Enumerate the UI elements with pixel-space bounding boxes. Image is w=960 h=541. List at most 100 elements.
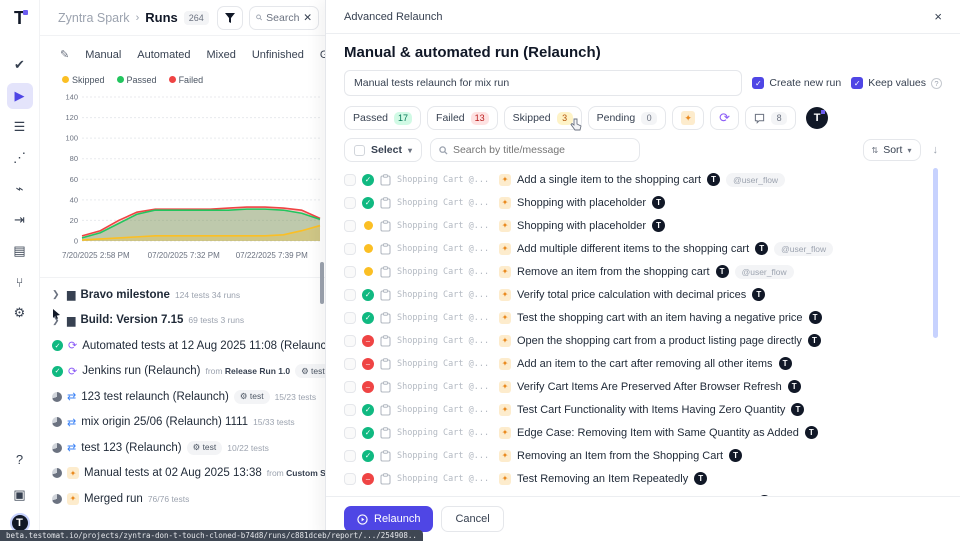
tab-manual[interactable]: Manual [85, 49, 121, 61]
projects-folder-icon[interactable]: ▣ [7, 482, 33, 508]
milestone-title[interactable]: Build: Version 7.15 [80, 314, 183, 326]
test-title[interactable]: Verify Cart Items Are Preserved After Br… [517, 381, 782, 393]
app-logo[interactable]: T [14, 8, 25, 29]
help-icon[interactable]: ? [931, 78, 942, 89]
test-row[interactable]: ✓Shopping Cart @...✦Edge Case: Removing … [344, 421, 942, 444]
steps-icon[interactable]: ⋰ [7, 145, 33, 171]
help-icon[interactable]: ? [7, 446, 33, 472]
test-title[interactable]: Shopping with placeholder [517, 197, 646, 209]
test-plans-icon[interactable]: ☰ [7, 114, 33, 140]
milestone-title[interactable]: Bravo milestone [80, 289, 169, 301]
run-name-input[interactable] [344, 70, 742, 96]
tab-mixed[interactable]: Mixed [207, 49, 236, 61]
test-title[interactable]: Add multiple different items to the shop… [517, 243, 749, 255]
test-row[interactable]: –Shopping Cart @...✦Test Removing an Ite… [344, 467, 942, 490]
legend-item-passed[interactable]: Passed [117, 75, 157, 85]
branches-icon[interactable]: ⑂ [7, 269, 33, 295]
left-panel-scrollbar[interactable] [320, 262, 324, 304]
test-checkbox[interactable] [344, 197, 356, 209]
tasks-check-icon[interactable]: ✔ [7, 52, 33, 78]
test-checkbox[interactable] [344, 427, 356, 439]
settings-gear-icon[interactable]: ⚙ [7, 300, 33, 326]
test-row[interactable]: –Shopping Cart @...✦Open the shopping ca… [344, 329, 942, 352]
filter-button[interactable] [217, 6, 243, 30]
test-checkbox[interactable] [344, 496, 356, 497]
test-title[interactable]: Shopping with placeholder [517, 220, 646, 232]
test-title[interactable]: Add a single item to the shopping cart [517, 174, 701, 186]
chip-passed[interactable]: Passed17 [344, 106, 421, 130]
compose-icon[interactable]: ✎ [60, 48, 69, 61]
test-title[interactable]: Test the shopping cart with an item havi… [517, 312, 803, 324]
test-checkbox[interactable] [344, 473, 356, 485]
legend-item-skipped[interactable]: Skipped [62, 75, 105, 85]
import-icon[interactable]: ⇥ [7, 207, 33, 233]
download-icon[interactable]: ↓ [929, 144, 943, 156]
test-title[interactable]: Remove an item from the shopping cart [517, 266, 710, 278]
test-search-input[interactable] [453, 144, 631, 156]
run-title[interactable]: test 123 (Relaunch) [81, 442, 181, 454]
test-title[interactable]: Verify total price calculation with deci… [517, 289, 746, 301]
test-checkbox[interactable] [344, 404, 356, 416]
test-checkbox[interactable] [344, 220, 356, 232]
chip-failed[interactable]: Failed13 [427, 106, 498, 130]
select-dropdown[interactable]: Select ▾ [344, 138, 422, 162]
run-row[interactable]: ⇄test 123 (Relaunch)⚙ test10/22 tests [52, 435, 325, 461]
test-checkbox[interactable] [344, 266, 356, 278]
chip-comment[interactable]: 8 [745, 106, 796, 130]
run-row[interactable]: ⇄123 test relaunch (Relaunch)⚙ test15/23… [52, 384, 325, 410]
test-row[interactable]: ✓Shopping Cart @...✦Add a single item to… [344, 168, 942, 191]
test-row[interactable]: ✓Shopping Cart @...✦Test the shopping ca… [344, 306, 942, 329]
test-checkbox[interactable] [344, 358, 356, 370]
modal-scrollbar[interactable] [933, 168, 938, 338]
run-title[interactable]: Jenkins run (Relaunch) [82, 365, 200, 377]
test-title[interactable]: Add an item to the cart after removing a… [517, 358, 773, 370]
breadcrumb-project[interactable]: Zyntra Spark [58, 11, 130, 25]
create-new-run-checkbox[interactable]: ✓ Create new run [752, 77, 841, 89]
test-checkbox[interactable] [344, 450, 356, 462]
run-title[interactable]: mix origin 25/06 (Relaunch) 1111 [81, 416, 248, 428]
test-title[interactable]: Removing an Item from the Shopping Cart [517, 450, 723, 462]
run-title[interactable]: Manual tests at 02 Aug 2025 13:38 [84, 467, 262, 479]
test-row[interactable]: –Shopping Cart @...✦Add an item to the c… [344, 352, 942, 375]
test-checkbox[interactable] [344, 381, 356, 393]
test-checkbox[interactable] [344, 243, 356, 255]
cancel-button[interactable]: Cancel [441, 506, 503, 532]
sort-button[interactable]: ⇅ Sort ▾ [863, 139, 921, 161]
test-row[interactable]: ✓Shopping Cart @...✦Verify total price c… [344, 283, 942, 306]
test-checkbox[interactable] [344, 289, 356, 301]
test-row[interactable]: ✓Shopping Cart @...✦Test Cart Functional… [344, 398, 942, 421]
test-checkbox[interactable] [344, 174, 356, 186]
close-icon[interactable]: × [934, 9, 942, 24]
test-checkbox[interactable] [344, 335, 356, 347]
milestone-row[interactable]: ❯▆Bravo milestone124 tests 34 runs [52, 282, 325, 308]
run-row[interactable]: ✦Merged run76/76 tests [52, 486, 325, 512]
run-title[interactable]: 123 test relaunch (Relaunch) [81, 391, 229, 403]
test-title[interactable]: Edge Case: Removing Item with Same Quant… [517, 427, 799, 439]
test-title[interactable]: Open the shopping cart from a product li… [517, 335, 802, 347]
keep-values-checkbox[interactable]: ✓ Keep values ? [851, 77, 942, 89]
test-row[interactable]: –Shopping Cart @...✦Verify Cart Items Ar… [344, 375, 942, 398]
select-all-checkbox[interactable] [354, 145, 365, 156]
run-row[interactable]: ✓⟳Automated tests at 12 Aug 2025 11:08 (… [52, 333, 325, 359]
test-row[interactable]: Shopping Cart @...✦Remove an item from t… [344, 260, 942, 283]
breadcrumb-section[interactable]: Runs [145, 10, 178, 25]
analytics-pulse-icon[interactable]: ⌁ [7, 176, 33, 202]
test-title[interactable]: Test Removing an Item Repeatedly [517, 473, 688, 485]
clear-search-icon[interactable]: ✕ [303, 12, 312, 24]
test-title[interactable]: Test Cart Functionality with Items Havin… [517, 404, 785, 416]
tab-automated[interactable]: Automated [137, 49, 190, 61]
test-row[interactable]: –Shopping Cart @...✦Add an item to the c… [344, 490, 942, 496]
chip-manual[interactable]: ✦ [672, 106, 704, 130]
test-search-box[interactable] [430, 138, 640, 162]
test-title[interactable]: Add an item to the cart with a very larg… [517, 496, 752, 497]
run-row[interactable]: ✦Manual tests at 02 Aug 2025 13:38from C… [52, 461, 325, 487]
run-title[interactable]: Merged run [84, 493, 143, 505]
test-row[interactable]: Shopping Cart @...✦Shopping with placeho… [344, 214, 942, 237]
reports-icon[interactable]: ▤ [7, 238, 33, 264]
chip-pending[interactable]: Pending0 [588, 106, 667, 130]
chevron-right-icon[interactable]: ❯ [52, 289, 62, 300]
run-title[interactable]: Automated tests at 12 Aug 2025 11:08 (Re… [82, 340, 325, 352]
chip-automated[interactable]: ⟳ [710, 106, 739, 130]
run-row[interactable]: ✓⟳Jenkins run (Relaunch)from Release Run… [52, 359, 325, 385]
runs-play-icon[interactable]: ▶ [7, 83, 33, 109]
